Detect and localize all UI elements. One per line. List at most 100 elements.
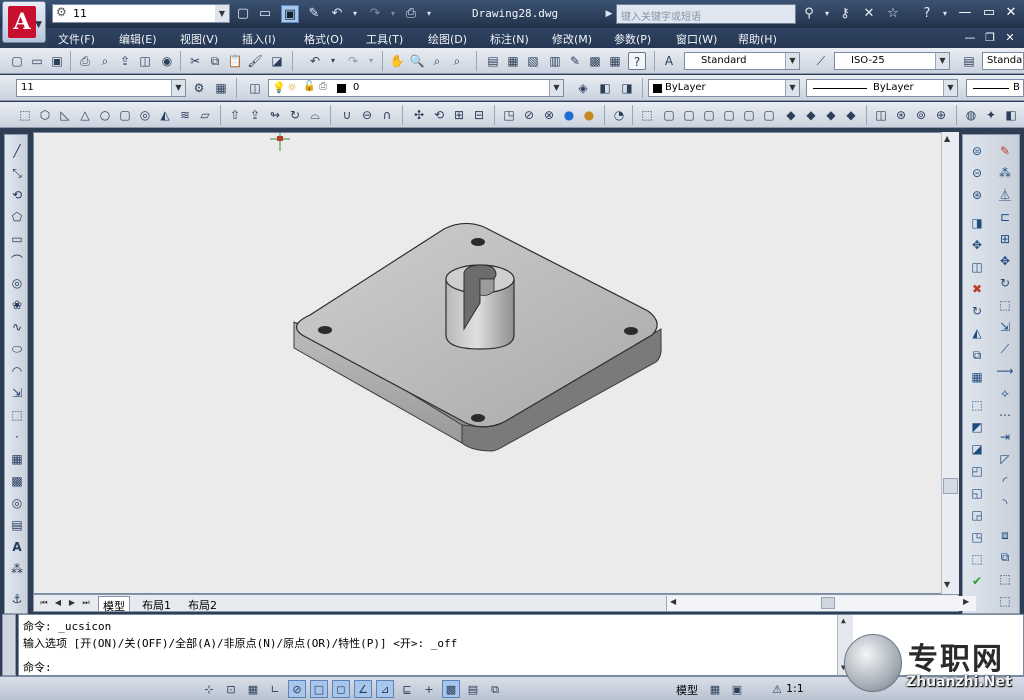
workspace-combo[interactable]: 11 ▼ — [16, 79, 186, 97]
clean-icon[interactable]: ◰ — [967, 461, 987, 481]
table-style-select[interactable]: Standa — [982, 52, 1024, 70]
lineweight-icon[interactable]: + — [420, 680, 438, 698]
wedge-icon[interactable]: ◺ — [56, 106, 74, 124]
move-faces-icon[interactable]: ✥ — [967, 235, 987, 255]
menu-draw[interactable]: 绘图(D) — [428, 31, 467, 47]
add-selected-icon[interactable]: ⁂ — [7, 559, 27, 579]
menu-tools[interactable]: 工具(T) — [366, 31, 403, 47]
3d-print-icon[interactable]: ◫ — [136, 52, 154, 70]
point-icon[interactable]: · — [7, 427, 27, 447]
ne-iso-icon[interactable]: ◆ — [822, 106, 840, 124]
minimize-button[interactable]: — — [954, 4, 976, 22]
polyline-icon[interactable]: ⟲ — [7, 185, 27, 205]
chevron-down-icon[interactable]: ▾ — [420, 5, 438, 23]
3d-align-icon[interactable]: ⊞ — [450, 106, 468, 124]
scroll-thumb[interactable] — [943, 478, 958, 494]
layer-properties-icon[interactable]: ◫ — [246, 79, 264, 97]
offset-icon[interactable]: ⊏ — [995, 207, 1015, 227]
plot-preview-icon[interactable]: ⌕ — [96, 52, 114, 70]
calculator-icon[interactable]: ▩ — [586, 52, 604, 70]
scroll-up-icon[interactable]: ▲ — [944, 134, 950, 143]
revision-cloud-icon[interactable]: ❀ — [7, 295, 27, 315]
design-center-icon[interactable]: ▦ — [504, 52, 522, 70]
open-icon[interactable]: ▭ — [28, 52, 46, 70]
imprint-icon[interactable]: ◪ — [967, 439, 987, 459]
intersect-icon[interactable]: ∩ — [378, 106, 396, 124]
chamfer-icon[interactable]: ◸ — [995, 449, 1015, 469]
visual-style-icon[interactable]: ◳ — [500, 106, 518, 124]
match-properties-icon[interactable]: 🖌 — [246, 52, 264, 70]
gear-icon[interactable]: ⚙ — [190, 79, 208, 97]
region-icon[interactable]: ◎ — [7, 493, 27, 513]
dynamic-ucs-icon[interactable]: ⊿ — [376, 680, 394, 698]
annotation-scale-value[interactable]: 1:1 — [786, 682, 804, 695]
chevron-down-icon[interactable]: ▼ — [171, 80, 185, 96]
command-prompt[interactable]: 命令: — [23, 659, 52, 675]
group-icon[interactable]: ⬚ — [995, 569, 1015, 589]
visual-styles-manager-icon[interactable]: ◔ — [610, 106, 628, 124]
offset-faces-icon[interactable]: ◫ — [967, 257, 987, 277]
grid-display-icon[interactable]: ▦ — [244, 680, 262, 698]
favorites-star-icon[interactable]: ☆ — [884, 5, 902, 23]
scale-icon[interactable]: ⬚ — [995, 295, 1015, 315]
scroll-thumb[interactable] — [821, 597, 835, 609]
table-style-icon[interactable]: ▤ — [960, 52, 978, 70]
scroll-up-icon[interactable]: ▲ — [841, 616, 846, 625]
color-edges-icon[interactable]: ◩ — [967, 417, 987, 437]
last-tab-icon[interactable]: ⏭ — [80, 597, 92, 609]
ortho-mode-icon[interactable]: ∟ — [266, 680, 284, 698]
design-feed-icon[interactable]: ◉ — [158, 52, 176, 70]
cone-icon[interactable]: △ — [76, 106, 94, 124]
gradient-icon[interactable]: ▩ — [7, 471, 27, 491]
ellipse-arc-icon[interactable]: ◠ — [7, 361, 27, 381]
model-space-label[interactable]: 模型 — [676, 682, 698, 698]
layer-previous-icon[interactable]: ◧ — [596, 79, 614, 97]
back-view-icon[interactable]: ▢ — [760, 106, 778, 124]
materials-icon[interactable]: ◧ — [1002, 106, 1020, 124]
construction-line-icon[interactable]: ⤡ — [7, 163, 27, 183]
continuous-orbit-icon[interactable]: ⊕ — [932, 106, 950, 124]
sw-iso-icon[interactable]: ◆ — [782, 106, 800, 124]
search-input[interactable]: 键入关键字或短语 — [616, 4, 796, 24]
tab-layout2[interactable]: 布局2 — [184, 596, 221, 612]
delete-faces-icon[interactable]: ✖ — [967, 279, 987, 299]
ungroup-icon[interactable]: ⬚ — [995, 591, 1015, 611]
properties-icon[interactable]: ▤ — [484, 52, 502, 70]
zoom-realtime-icon[interactable]: 🔍 — [408, 52, 426, 70]
copy-object-icon[interactable]: ⁂ — [995, 163, 1015, 183]
check-mark-icon[interactable]: ✔ — [967, 571, 987, 591]
dimension-style-select[interactable]: ISO-25 ▼ — [834, 52, 950, 70]
layer-state-icon[interactable]: ◨ — [618, 79, 636, 97]
torus-icon[interactable]: ◎ — [136, 106, 154, 124]
menu-dimension[interactable]: 标注(N) — [490, 31, 529, 47]
text-style-select[interactable]: Standard ▼ — [684, 52, 800, 70]
command-window-grip[interactable] — [2, 614, 16, 676]
top-view-icon[interactable]: ▢ — [660, 106, 678, 124]
ucs-toggle-icon[interactable]: ⚓ — [7, 589, 27, 609]
doc-restore-button[interactable]: ❐ — [982, 30, 998, 46]
binoculars-icon[interactable]: ⚲ — [800, 5, 818, 23]
trim-icon[interactable]: ⟋ — [995, 339, 1015, 359]
mirror-icon[interactable]: ⏅ — [995, 185, 1015, 205]
redo-icon[interactable]: ↷ — [366, 5, 384, 23]
wireframe-icon[interactable]: ⊘ — [520, 106, 538, 124]
chevron-down-icon[interactable]: ▼ — [935, 53, 949, 69]
explode-icon[interactable]: ⧈ — [995, 525, 1015, 545]
subtract-icon[interactable]: ⊝ — [967, 163, 987, 183]
pyramid-icon[interactable]: ◭ — [156, 106, 174, 124]
scroll-right-icon[interactable]: ▶ — [963, 597, 969, 606]
break-icon[interactable]: ⋯ — [995, 405, 1015, 425]
box-icon[interactable]: ⬡ — [36, 106, 54, 124]
subtract-icon[interactable]: ⊖ — [358, 106, 376, 124]
array-icon[interactable]: ⊞ — [995, 229, 1015, 249]
transparency-icon[interactable]: ▩ — [442, 680, 460, 698]
pan-icon[interactable]: ✋ — [388, 52, 406, 70]
fillet-icon[interactable]: ◜ — [995, 471, 1015, 491]
arc-icon[interactable]: ⌒ — [7, 251, 27, 271]
left-view-icon[interactable]: ▢ — [700, 106, 718, 124]
named-views-icon[interactable]: ⬚ — [638, 106, 656, 124]
copy-icon[interactable]: ⧉ — [206, 52, 224, 70]
save-icon[interactable]: ▣ — [281, 5, 299, 23]
quickcalc-icon[interactable]: ▦ — [606, 52, 624, 70]
menu-window[interactable]: 窗口(W) — [676, 31, 717, 47]
